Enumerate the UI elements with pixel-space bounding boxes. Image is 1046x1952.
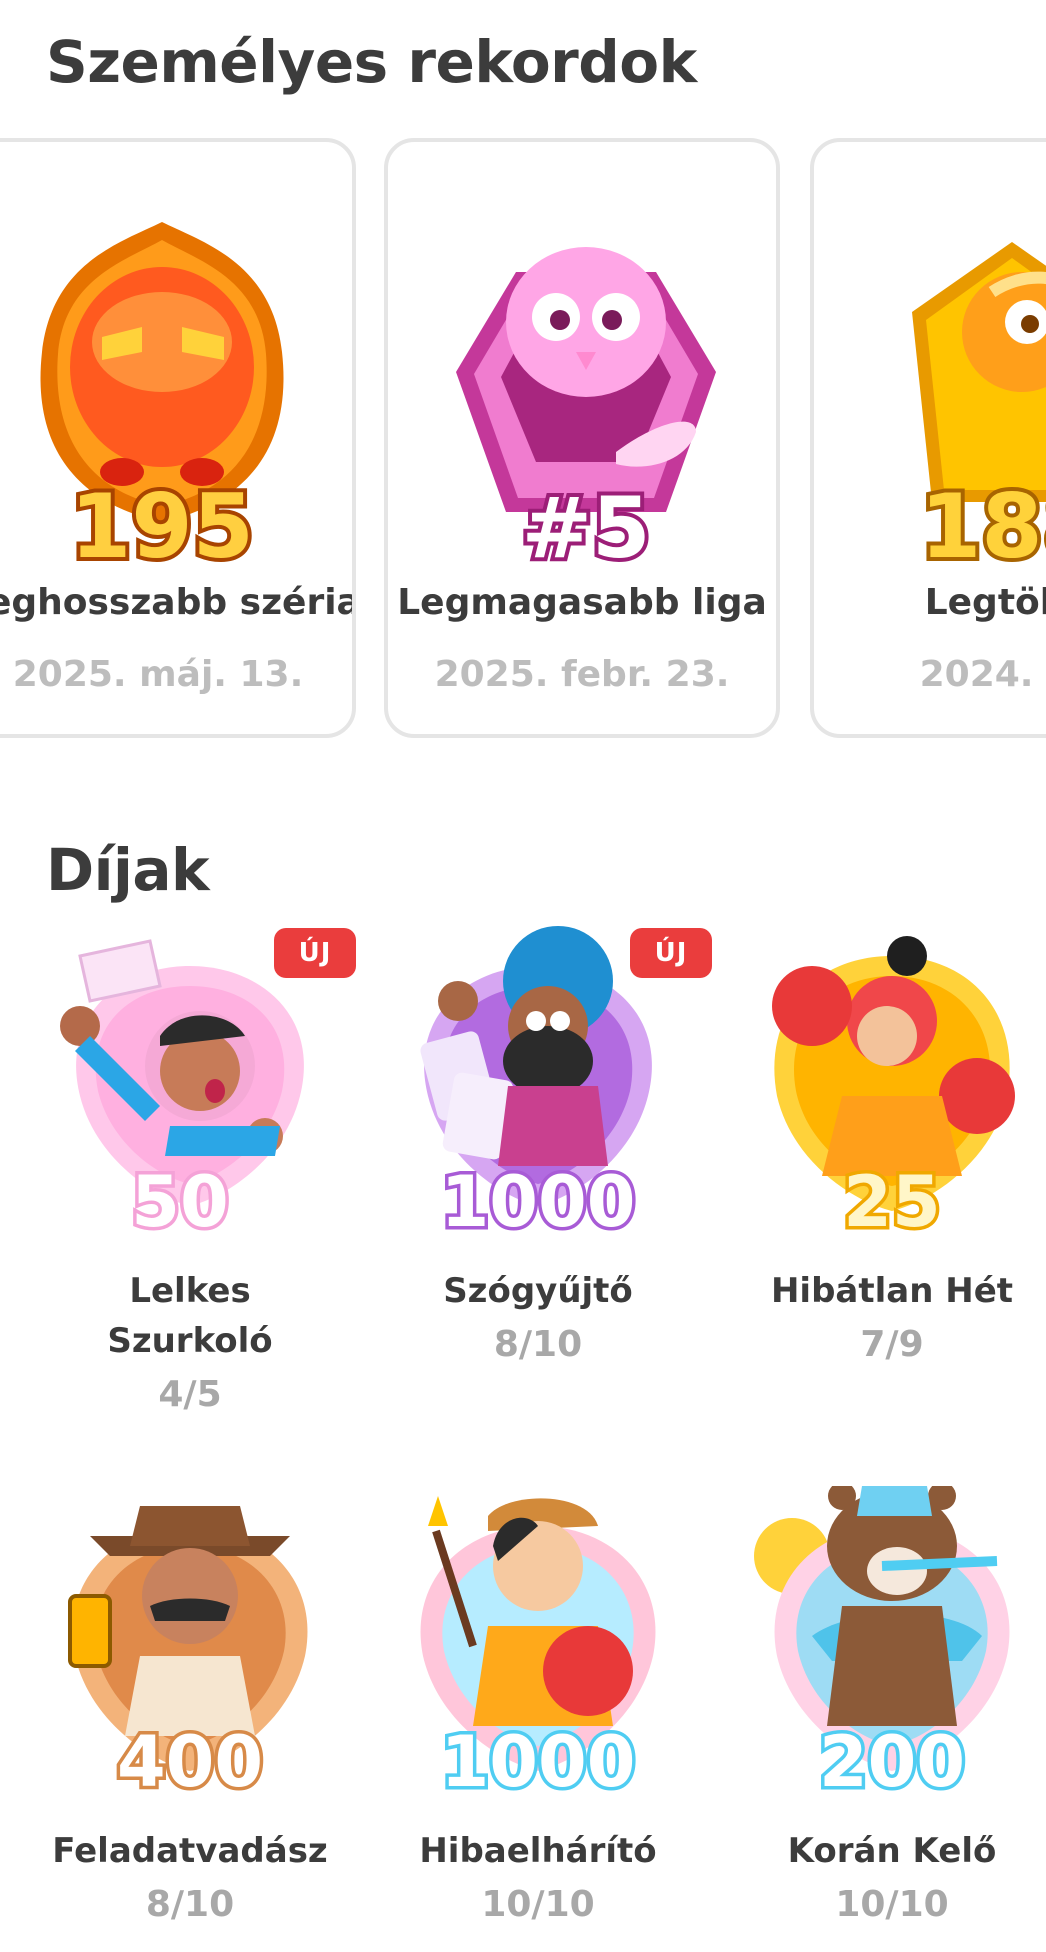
record-card-longest-streak[interactable]: 195 Leghosszabb széria 2025. máj. 13. [0, 138, 356, 738]
award-value: 50 [131, 1161, 228, 1236]
award-flawless-week[interactable]: 25 Hibátlan Hét 7/9 [722, 926, 1046, 1406]
record-value: 195 [70, 475, 254, 578]
award-name: Korán Kelő [787, 1831, 997, 1871]
record-value: #5 [522, 479, 651, 577]
award-value: 1000 [441, 1161, 636, 1236]
mistake-fixer-icon: 1000 [420, 1496, 656, 1796]
awards-title: Díjak [46, 836, 210, 904]
award-value: 400 [117, 1721, 263, 1796]
award-name: Szógyűjtő [443, 1271, 633, 1311]
award-value: 25 [843, 1161, 940, 1236]
profile-awards-page: Személyes rekordok 195 Leghosszabb széri… [0, 0, 1046, 1952]
award-progress: 8/10 [145, 1884, 235, 1925]
record-label: Leghosszabb széria [0, 582, 356, 623]
award-value: 200 [819, 1721, 965, 1796]
pink-league-owl-icon: #5 [456, 247, 716, 581]
award-cheerleader[interactable]: 50 ÚJ Lelkes Szurkoló 4/5 [20, 926, 360, 1415]
award-value: 1000 [441, 1721, 636, 1796]
record-date: 2024. no [919, 654, 1046, 695]
personal-records-carousel[interactable]: 195 Leghosszabb széria 2025. máj. 13. #5… [0, 138, 1046, 748]
fire-streak-owl-icon: 195 [40, 222, 284, 582]
award-name: Feladatvadász [52, 1831, 328, 1871]
award-word-collector[interactable]: 1000 ÚJ Szógyűjtő 8/10 [368, 926, 712, 1406]
award-progress: 10/10 [835, 1884, 949, 1925]
new-badge: ÚJ [630, 928, 712, 978]
early-riser-bear-icon: 200 [754, 1486, 1010, 1796]
record-card-highest-league[interactable]: #5 Legmagasabb liga 2025. febr. 23. [384, 138, 780, 738]
award-name: Lelkes Szurkoló [107, 1271, 273, 1361]
award-quest-hunter[interactable]: 400 Feladatvadász 8/10 [20, 1486, 360, 1952]
award-early-riser[interactable]: 200 Korán Kelő 10/10 [722, 1486, 1046, 1952]
award-progress: 7/9 [860, 1324, 924, 1365]
record-label: Legtöbb [924, 582, 1046, 623]
award-progress: 8/10 [493, 1324, 583, 1365]
award-progress: 4/5 [158, 1374, 222, 1415]
record-date: 2025. febr. 23. [434, 654, 730, 695]
gold-owl-icon: 188 [912, 242, 1046, 582]
award-mistake-fixer[interactable]: 1000 Hibaelhárító 10/10 [368, 1486, 708, 1952]
record-card-most-xp[interactable]: 188 Legtöbb 2024. no [810, 138, 1046, 738]
record-value: 188 [920, 475, 1046, 578]
boxing-flawless-icon: 25 [772, 936, 1015, 1236]
award-progress: 10/10 [481, 1884, 595, 1925]
quest-hunter-icon: 400 [68, 1506, 308, 1796]
new-badge: ÚJ [274, 928, 356, 978]
personal-records-title: Személyes rekordok [46, 28, 697, 96]
record-date: 2025. máj. 13. [12, 654, 304, 695]
award-name: Hibátlan Hét [770, 1271, 1014, 1311]
record-label: Legmagasabb liga [397, 582, 767, 623]
award-name: Hibaelhárító [419, 1831, 657, 1871]
